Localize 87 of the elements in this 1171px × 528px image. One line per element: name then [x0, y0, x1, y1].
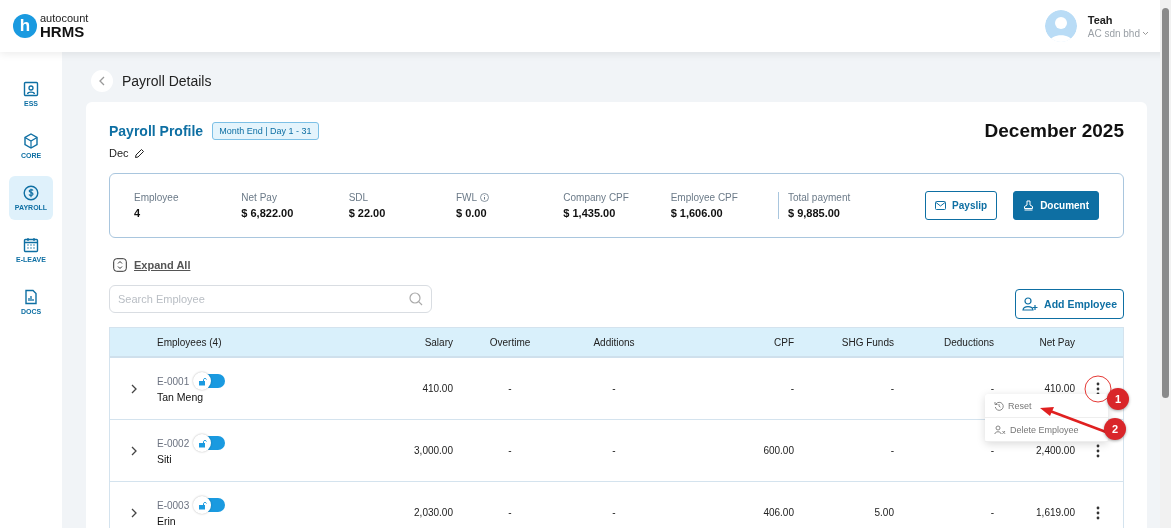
table-cell-text: -: [507, 507, 513, 518]
summary-label: Company CPF: [563, 192, 630, 203]
table-cell-text: -: [989, 507, 994, 518]
profile-card-icon: [23, 81, 39, 97]
summary-value: $ 6,822.00: [241, 207, 295, 219]
summary-label: Employee CPF: [670, 192, 739, 203]
table-cell-text: 406.00: [762, 507, 794, 518]
employee-code: E-0003: [157, 499, 190, 511]
user-name: Teah: [1087, 13, 1114, 26]
scrollbar[interactable]: [1160, 0, 1171, 528]
table-cell-text: -: [989, 383, 994, 394]
summary-value: $ 0.00: [456, 207, 488, 219]
table-cell-text: -: [989, 445, 994, 456]
column-header: Additions: [592, 336, 636, 348]
payroll-period: December 2025: [984, 120, 1124, 142]
report-icon: [23, 289, 39, 305]
summary-value: $ 1,606.00: [670, 207, 724, 219]
payslip-button[interactable]: Payslip: [925, 191, 998, 220]
table-cell-text: -: [611, 383, 617, 394]
dollar-icon: [23, 185, 39, 201]
document-button[interactable]: Document: [1013, 191, 1100, 220]
add-user-icon: [1022, 297, 1039, 311]
table-cell-text: 1,619.00: [1035, 507, 1075, 518]
highlight-ring: [1084, 375, 1112, 403]
employee-code: E-0002: [157, 437, 190, 449]
column-header: CPF: [773, 336, 794, 348]
summary-value: $ 9,885.00: [787, 207, 841, 219]
expand-icon: [113, 258, 127, 272]
summary-label: FWL: [456, 192, 564, 203]
column-header: SHG Funds: [840, 336, 894, 348]
logo-mark: h: [13, 14, 37, 38]
cube-icon: [23, 133, 39, 149]
chevron-down-icon: [1142, 30, 1149, 36]
reset-icon: [994, 400, 1004, 411]
summary-value: $ 1,435.00: [563, 207, 617, 219]
pay-cycle-tag: Month End | Day 1 - 31: [212, 122, 319, 140]
lock-switch-icon[interactable]: [195, 498, 226, 512]
column-header: Salary: [423, 336, 453, 348]
summary-label: Employee: [134, 192, 180, 203]
expand-all-button[interactable]: Expand All: [109, 258, 195, 272]
column-header: Employees (4): [157, 336, 223, 348]
table-cell-text: -: [507, 383, 513, 394]
table-cell-text: 5.00: [873, 507, 894, 518]
column-header: Net Pay: [1038, 336, 1075, 348]
employee-name: Tan Meng: [157, 391, 205, 403]
column-header: Overtime: [488, 336, 532, 348]
search-field[interactable]: Search Employee: [109, 285, 432, 313]
employee-name: Siti: [157, 453, 173, 465]
summary-label: SDL: [348, 192, 370, 203]
summary-label: Total payment: [787, 192, 852, 203]
column-header: Deductions: [942, 336, 994, 348]
summary-label: Net Pay: [241, 192, 278, 203]
search-icon: [409, 292, 423, 306]
summary-value: 4: [134, 207, 142, 219]
lock-switch-icon[interactable]: [195, 374, 226, 388]
pointer-arrow: [1040, 407, 1107, 434]
lock-switch-icon[interactable]: [195, 436, 226, 450]
table-cell-text: 2,400.00: [1035, 445, 1075, 456]
calendar-icon: [23, 237, 39, 253]
employee-name: Erin: [157, 515, 177, 527]
page-title: Payroll Details: [122, 73, 212, 89]
table-cell-text: 3,000.00: [413, 445, 453, 456]
table-cell-text: -: [789, 383, 794, 394]
info-icon[interactable]: [480, 193, 490, 202]
table-cell-text: -: [611, 445, 617, 456]
table-cell-text: -: [889, 383, 894, 394]
remove-user-icon: [994, 424, 1006, 435]
step-marker: 2: [1104, 418, 1126, 440]
table-cell-text: 2,030.00: [413, 507, 453, 518]
profile-title: Payroll Profile: [109, 123, 204, 139]
profile-name: Dec: [109, 147, 129, 159]
table-cell-text: 410.00: [421, 383, 453, 394]
mail-icon: [935, 201, 947, 210]
employee-code: E-0001: [157, 375, 190, 387]
chevron-left-icon: [98, 76, 106, 86]
table-cell-text: -: [611, 507, 617, 518]
logo-product-name: HRMS: [40, 24, 86, 39]
stamp-icon: [1023, 200, 1035, 211]
pencil-icon[interactable]: [133, 147, 145, 159]
table-cell-text: 600.00: [762, 445, 794, 456]
step-marker: 1: [1107, 388, 1129, 410]
add-employee-button[interactable]: Add Employee: [1015, 289, 1124, 319]
table-cell-text: -: [507, 445, 513, 456]
summary-value: $ 22.00: [348, 207, 387, 219]
table-cell-text: 410.00: [1043, 383, 1075, 394]
table-cell-text: -: [889, 445, 894, 456]
logo-wordmark: autocount: [40, 13, 89, 24]
